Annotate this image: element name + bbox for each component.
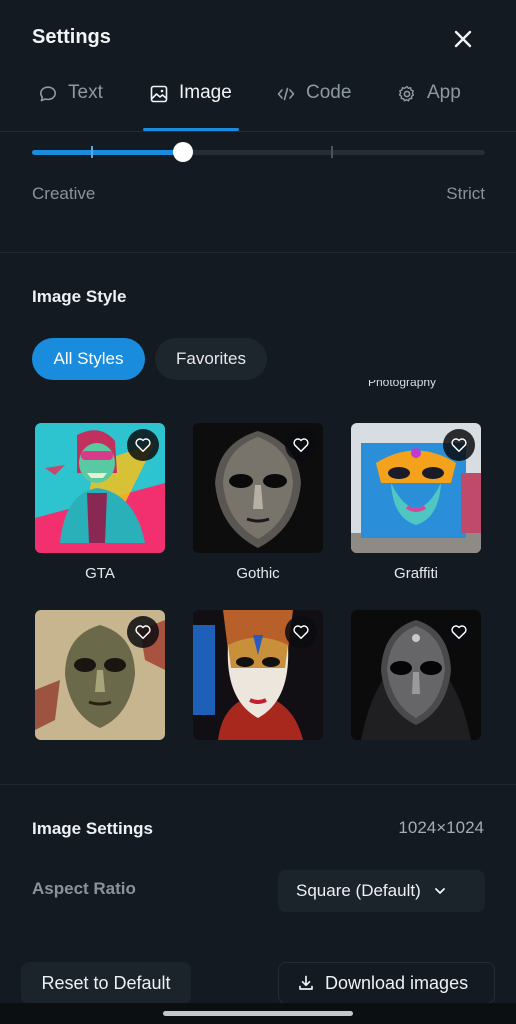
image-style-title: Image Style xyxy=(32,287,127,306)
favorite-toggle[interactable] xyxy=(127,616,159,648)
clipped-style-label: Photography xyxy=(368,380,464,390)
favorite-toggle[interactable] xyxy=(443,616,475,648)
system-nav-bar xyxy=(0,1003,516,1024)
image-icon xyxy=(150,85,168,103)
aspect-ratio-value: Square (Default) xyxy=(296,881,421,900)
tab-code[interactable]: Code xyxy=(276,76,351,132)
filter-favorites[interactable]: Favorites xyxy=(155,338,267,380)
divider xyxy=(0,784,516,785)
clipped-style-label-text: Photography xyxy=(368,380,437,389)
divider xyxy=(0,252,516,253)
download-images-button[interactable]: Download images xyxy=(278,962,495,1004)
reset-to-default-button[interactable]: Reset to Default xyxy=(21,962,191,1004)
resolution-value: 1024×1024 xyxy=(398,818,484,837)
style-card[interactable] xyxy=(35,610,165,740)
style-card[interactable] xyxy=(351,610,481,740)
tab-text-label: Text xyxy=(68,82,103,103)
style-thumbnail xyxy=(35,423,165,553)
code-icon xyxy=(277,87,295,101)
tab-bar: Text Image Code App xyxy=(0,76,516,132)
tab-image-label: Image xyxy=(179,82,232,103)
favorite-toggle[interactable] xyxy=(443,429,475,461)
chevron-down-icon xyxy=(434,888,445,894)
slider-thumb[interactable] xyxy=(172,142,193,162)
slider-tick xyxy=(330,146,333,158)
style-card-graffiti[interactable]: Graffiti xyxy=(351,423,481,582)
page-title: Settings xyxy=(32,26,111,48)
style-thumbnail xyxy=(351,423,481,553)
heart-icon xyxy=(293,438,309,453)
download-label: Download images xyxy=(325,972,469,993)
home-indicator[interactable] xyxy=(163,1011,353,1016)
slider-max-label: Strict xyxy=(446,184,485,203)
slider-tick xyxy=(90,146,93,158)
heart-icon xyxy=(451,625,467,640)
download-icon xyxy=(299,975,313,990)
style-card-gta[interactable]: GTA xyxy=(35,423,165,582)
slider-fill xyxy=(32,150,183,155)
heart-icon xyxy=(135,625,151,640)
tab-app[interactable]: App xyxy=(397,76,461,132)
style-name: Graffiti xyxy=(394,565,438,582)
chat-bubble-icon xyxy=(40,86,56,102)
favorite-toggle[interactable] xyxy=(127,429,159,461)
style-card-gothic[interactable]: Gothic xyxy=(193,423,323,582)
gear-icon xyxy=(398,85,415,102)
tab-code-label: Code xyxy=(306,82,352,103)
reset-label: Reset to Default xyxy=(41,972,171,993)
style-thumbnail xyxy=(193,610,323,740)
style-name: GTA xyxy=(85,565,115,582)
heart-icon xyxy=(135,438,151,453)
style-card[interactable] xyxy=(193,610,323,740)
tab-app-label: App xyxy=(427,82,461,103)
style-thumbnail xyxy=(193,423,323,553)
settings-header: Settings Text Image Code App xyxy=(0,0,516,132)
heart-icon xyxy=(293,625,309,640)
tab-image[interactable]: Image xyxy=(149,76,232,132)
favorite-toggle[interactable] xyxy=(285,616,317,648)
close-button[interactable] xyxy=(450,26,476,52)
aspect-ratio-select[interactable]: Square (Default) xyxy=(278,870,485,912)
tab-text[interactable]: Text xyxy=(38,76,103,132)
style-thumbnail xyxy=(351,610,481,740)
aspect-ratio-label: Aspect Ratio xyxy=(32,879,136,898)
creativity-slider[interactable] xyxy=(32,142,485,162)
heart-icon xyxy=(451,438,467,453)
image-settings-title: Image Settings xyxy=(32,819,153,838)
style-thumbnail xyxy=(35,610,165,740)
style-name: Gothic xyxy=(236,565,280,582)
filter-all-styles[interactable]: All Styles xyxy=(32,338,145,380)
close-icon xyxy=(454,30,472,48)
slider-min-label: Creative xyxy=(32,184,96,203)
favorite-toggle[interactable] xyxy=(285,429,317,461)
active-tab-indicator xyxy=(143,128,239,131)
